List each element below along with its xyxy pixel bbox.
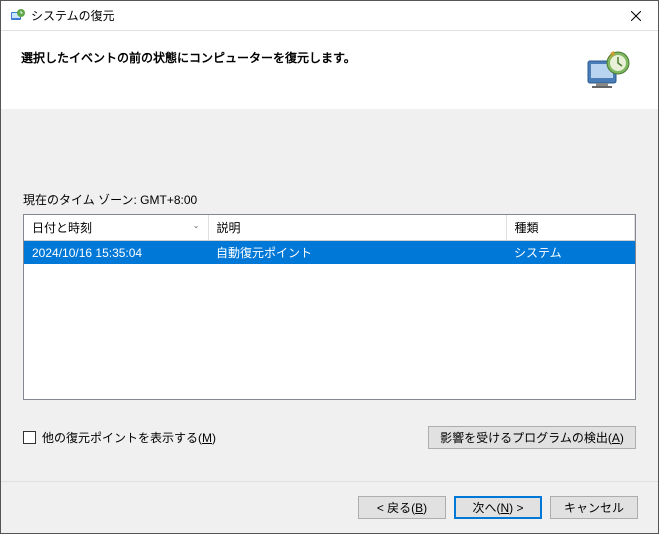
column-header-type[interactable]: 種類 (506, 215, 635, 241)
show-more-checkbox[interactable] (23, 431, 36, 444)
system-restore-icon (9, 8, 25, 24)
cell-desc: 自動復元ポイント (208, 241, 506, 265)
column-header-date[interactable]: 日付と時刻⌄ (24, 215, 208, 241)
footer: < 戻る(B) 次へ(N) > キャンセル (1, 481, 658, 533)
below-table-row: 他の復元ポイントを表示する(M) 影響を受けるプログラムの検出(A) (23, 426, 636, 449)
next-button[interactable]: 次へ(N) > (454, 496, 542, 519)
cell-type: システム (506, 241, 635, 265)
back-button[interactable]: < 戻る(B) (358, 496, 446, 519)
show-more-label: 他の復元ポイントを表示する(M) (42, 429, 216, 446)
column-header-description[interactable]: 説明 (208, 215, 506, 241)
timezone-label: 現在のタイム ゾーン: GMT+8:00 (23, 191, 636, 208)
restore-points-table[interactable]: 日付と時刻⌄ 説明 種類 2024/10/16 15:35:04 自動復元ポイン… (23, 214, 636, 400)
header-area: 選択したイベントの前の状態にコンピューターを復元します。 (1, 31, 658, 109)
system-restore-window: システムの復元 選択したイベントの前の状態にコンピューターを復元します。 現在の… (0, 0, 659, 534)
header-text: 選択したイベントの前の状態にコンピューターを復元します。 (21, 47, 572, 66)
titlebar: システムの復元 (1, 1, 658, 31)
table-row[interactable]: 2024/10/16 15:35:04 自動復元ポイント システム (24, 241, 635, 265)
window-title: システムの復元 (31, 7, 613, 24)
scan-affected-programs-button[interactable]: 影響を受けるプログラムの検出(A) (428, 426, 636, 449)
content-area: 現在のタイム ゾーン: GMT+8:00 日付と時刻⌄ 説明 種類 2024/1… (1, 109, 658, 481)
restore-large-icon (582, 47, 630, 95)
show-more-checkbox-wrap[interactable]: 他の復元ポイントを表示する(M) (23, 429, 216, 446)
close-button[interactable] (613, 1, 658, 30)
cell-date: 2024/10/16 15:35:04 (24, 241, 208, 265)
cancel-button[interactable]: キャンセル (550, 496, 638, 519)
